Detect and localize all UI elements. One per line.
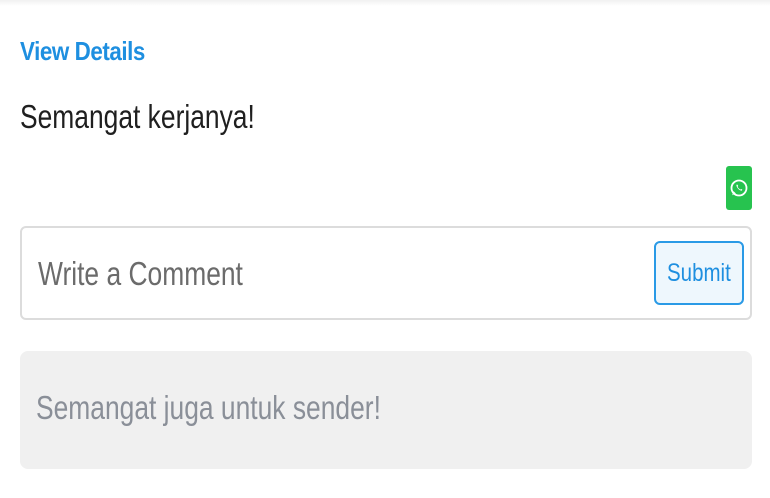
message-text: Semangat kerjanya! xyxy=(20,98,255,135)
comment-form: Submit xyxy=(20,226,752,320)
reply-box: Semangat juga untuk sender! xyxy=(20,351,752,469)
comment-input[interactable] xyxy=(38,250,518,298)
reply-text: Semangat juga untuk sender! xyxy=(36,389,381,426)
view-details-link[interactable]: View Details xyxy=(20,36,145,67)
message-card: View Details Semangat kerjanya! Submit S… xyxy=(0,0,770,498)
submit-button-label: Submit xyxy=(667,258,731,287)
submit-button[interactable]: Submit xyxy=(654,241,744,305)
whatsapp-icon xyxy=(730,179,748,197)
top-divider xyxy=(0,0,770,6)
whatsapp-share-button[interactable] xyxy=(726,166,752,210)
